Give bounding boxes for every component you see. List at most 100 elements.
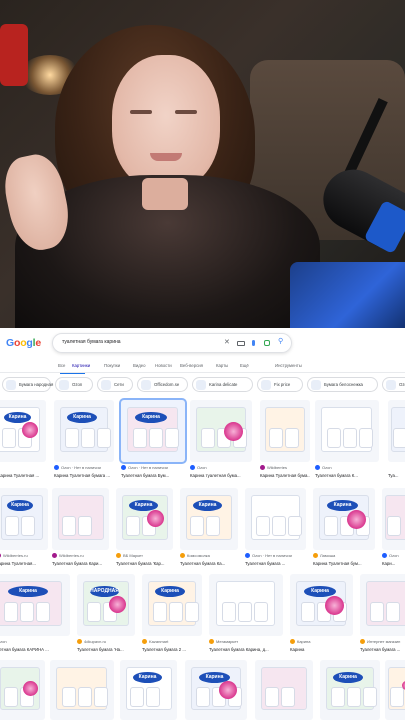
roll <box>190 516 204 536</box>
result-thumbnail[interactable]: Карина <box>116 488 173 550</box>
tab-5[interactable]: Веб-версия <box>180 363 203 368</box>
toilet-rolls <box>265 687 295 707</box>
mic-icon[interactable] <box>252 340 255 346</box>
result-thumbnail[interactable] <box>255 660 313 720</box>
lens-icon[interactable] <box>264 340 270 346</box>
result-title[interactable]: Туалетная бумага К... <box>315 473 379 478</box>
result-title[interactable]: на Карина Туалетная ... <box>0 473 46 478</box>
tab-6[interactable]: Карты <box>216 363 228 368</box>
result-title[interactable]: Туалетная бумага КАРИНА ... <box>0 647 70 652</box>
result-title[interactable]: Туалетная бумага 'На... <box>77 647 135 652</box>
result-thumbnail[interactable] <box>260 400 310 462</box>
result-thumbnail[interactable] <box>382 488 405 550</box>
result-thumbnail[interactable]: Карина <box>180 488 238 550</box>
result-title[interactable]: Туалетная бумага Ка... <box>180 561 238 566</box>
brand-logo: Карина <box>333 672 363 683</box>
brand-logo: Карина <box>193 500 222 511</box>
roll <box>288 516 302 536</box>
result-thumbnail[interactable]: Карина <box>320 660 380 720</box>
result-source-line: ВБ Маркет <box>116 553 173 558</box>
chip-4[interactable]: Karina delicate <box>192 377 253 392</box>
result-thumbnail[interactable] <box>315 400 379 462</box>
result-thumbnail[interactable]: Карина <box>0 574 70 636</box>
result-title[interactable]: Кари... <box>382 561 405 566</box>
result-title[interactable]: Туалетная бумага 2 ... <box>142 647 202 652</box>
result-thumbnail[interactable]: Карина <box>290 574 353 636</box>
result-thumbnail[interactable]: Карина <box>185 660 247 720</box>
result-thumbnail[interactable]: Карина <box>142 574 202 636</box>
tab-4[interactable]: Новости <box>155 363 172 368</box>
streamer-face <box>112 55 220 190</box>
toilet-rolls <box>133 428 179 448</box>
result-thumbnail[interactable] <box>245 488 306 550</box>
result-thumbnail[interactable] <box>0 660 45 720</box>
tab-8[interactable]: Инструменты <box>275 363 302 368</box>
chip-3[interactable]: Officedom.se <box>137 377 188 392</box>
result-thumbnail[interactable] <box>388 400 405 462</box>
tab-1[interactable]: Картинки <box>72 363 90 368</box>
result-title[interactable]: Туалетная бумага ... <box>360 647 405 652</box>
toilet-rolls <box>190 516 220 536</box>
result-thumbnail[interactable]: Карина <box>0 400 46 462</box>
result-title[interactable]: Карина Туалетная бум... <box>313 561 375 566</box>
result-thumbnail[interactable]: Карина <box>313 488 375 550</box>
result-thumbnail[interactable] <box>209 574 283 636</box>
result-title[interactable]: Туалетная бумага Карина, д... <box>209 647 283 652</box>
search-box[interactable]: туалетная бумага карина ✕ ⚲ <box>52 333 292 353</box>
result-thumbnail[interactable] <box>50 660 114 720</box>
result-thumbnail[interactable] <box>360 574 405 636</box>
result-title[interactable]: Туалетная бумага 'Кар... <box>116 561 173 566</box>
brand-logo: Карина <box>135 412 167 423</box>
result-thumbnail[interactable] <box>385 660 405 720</box>
chip-thumbnail <box>261 380 271 390</box>
keyboard-icon[interactable] <box>237 341 245 346</box>
tab-7[interactable]: Ещё <box>240 363 249 368</box>
close-icon[interactable]: ✕ <box>224 339 230 347</box>
chip-thumbnail <box>101 380 111 390</box>
toilet-rolls <box>222 602 268 622</box>
result-title[interactable]: Карина туалетная бума... <box>190 473 252 478</box>
result-thumbnail[interactable]: Карина <box>120 660 177 720</box>
refinement-chips: Бумага народная Ozon Сети Officedom.se Karin… <box>0 377 405 393</box>
result-title[interactable]: Карина Туалетная бума... <box>260 473 310 478</box>
site-favicon-icon <box>54 465 59 470</box>
tab-3[interactable]: Видео <box>133 363 146 368</box>
roll <box>272 516 286 536</box>
flower-graphic <box>109 596 126 613</box>
chip-label: Ozo <box>399 382 405 387</box>
result-title[interactable]: Карина Туалетная... <box>0 561 48 566</box>
search-input[interactable]: туалетная бумага карина <box>62 339 121 345</box>
chip-5[interactable]: Fix price <box>257 377 303 392</box>
site-favicon-icon <box>77 639 82 644</box>
result-thumbnail[interactable] <box>190 400 252 462</box>
result-title[interactable]: Туалетная бумага Бум... <box>121 473 185 478</box>
tab-2[interactable]: Покупки <box>104 363 120 368</box>
result-source: Kazanmart <box>149 639 169 644</box>
result-thumbnail[interactable]: НАРОДНАЯ <box>77 574 135 636</box>
result-thumbnail[interactable] <box>52 488 109 550</box>
result-thumbnail[interactable]: Карина <box>54 400 114 462</box>
result-title[interactable]: Туалетная бумага Кари... <box>52 561 109 566</box>
result-title[interactable]: Карина Туалетная бумага ... <box>54 473 114 478</box>
google-logo[interactable]: Google <box>6 337 41 349</box>
result-source-line: Ozon · Нет в наличии <box>54 465 114 470</box>
roll <box>153 602 167 622</box>
toilet-rolls <box>4 602 50 622</box>
chip-6[interactable]: Бумага белоснежка <box>307 377 378 392</box>
result-thumbnail[interactable]: Карина <box>0 488 48 550</box>
result-thumbnail[interactable]: Карина <box>119 398 187 464</box>
roll <box>363 687 377 707</box>
result-title[interactable]: Туа... <box>388 473 405 478</box>
result-source: Ozon <box>322 465 332 470</box>
search-icon[interactable]: ⚲ <box>278 338 283 346</box>
result-source-line: Kazanmart <box>142 639 202 644</box>
tab-0[interactable]: Все <box>58 363 65 368</box>
result-title[interactable]: Карина <box>290 647 353 652</box>
chip-0[interactable]: Бумага народная <box>2 377 53 392</box>
chip-7[interactable]: Ozo <box>382 377 405 392</box>
result-title[interactable]: Туалетная бумага ... <box>245 561 306 566</box>
result-source-line: Мегамаркет <box>209 639 283 644</box>
chip-1[interactable]: Ozon <box>55 377 93 392</box>
result-source: Wildberries.ru <box>3 553 28 558</box>
chip-2[interactable]: Сети <box>97 377 133 392</box>
